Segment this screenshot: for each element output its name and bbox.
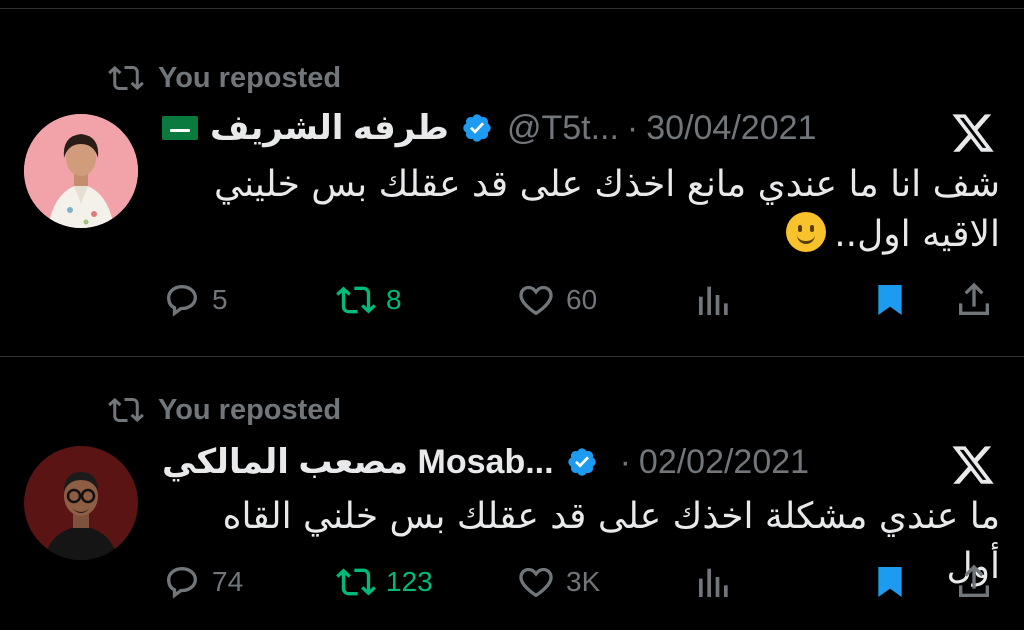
analytics-icon: [699, 568, 728, 597]
verified-badge-icon: [567, 448, 596, 476]
repost-icon: [108, 397, 144, 423]
reply-count: 74: [212, 566, 244, 597]
repost-icon: [336, 568, 376, 596]
avatar[interactable]: [24, 446, 138, 560]
heart-icon: [519, 567, 553, 598]
bookmark-icon: [878, 567, 902, 597]
share-button[interactable]: [954, 562, 994, 602]
like-count: 3K: [566, 566, 601, 597]
action-bar: 74 123 3K: [0, 562, 1024, 606]
like-button[interactable]: 3K: [516, 562, 600, 602]
author-name[interactable]: مصعب المالكي Mosab...: [162, 442, 554, 482]
post-2[interactable]: You reposted مصعب المالكي Mosab... · 02/…: [0, 0, 1024, 630]
separator-dot: ·: [619, 442, 631, 481]
repost-indicator: You reposted: [108, 392, 341, 428]
repost-count: 123: [386, 566, 433, 597]
post-date[interactable]: 02/02/2021: [639, 443, 809, 482]
repost-label: You reposted: [158, 393, 342, 426]
share-icon: [959, 564, 989, 597]
views-button[interactable]: [694, 562, 734, 602]
reply-icon: [166, 566, 198, 599]
reply-button[interactable]: 74: [162, 562, 243, 602]
bookmark-button[interactable]: [870, 562, 910, 602]
post-header: مصعب المالكي Mosab... · 02/02/2021: [162, 442, 809, 482]
repost-button[interactable]: 123: [336, 562, 433, 602]
x-logo-icon: [952, 446, 994, 484]
